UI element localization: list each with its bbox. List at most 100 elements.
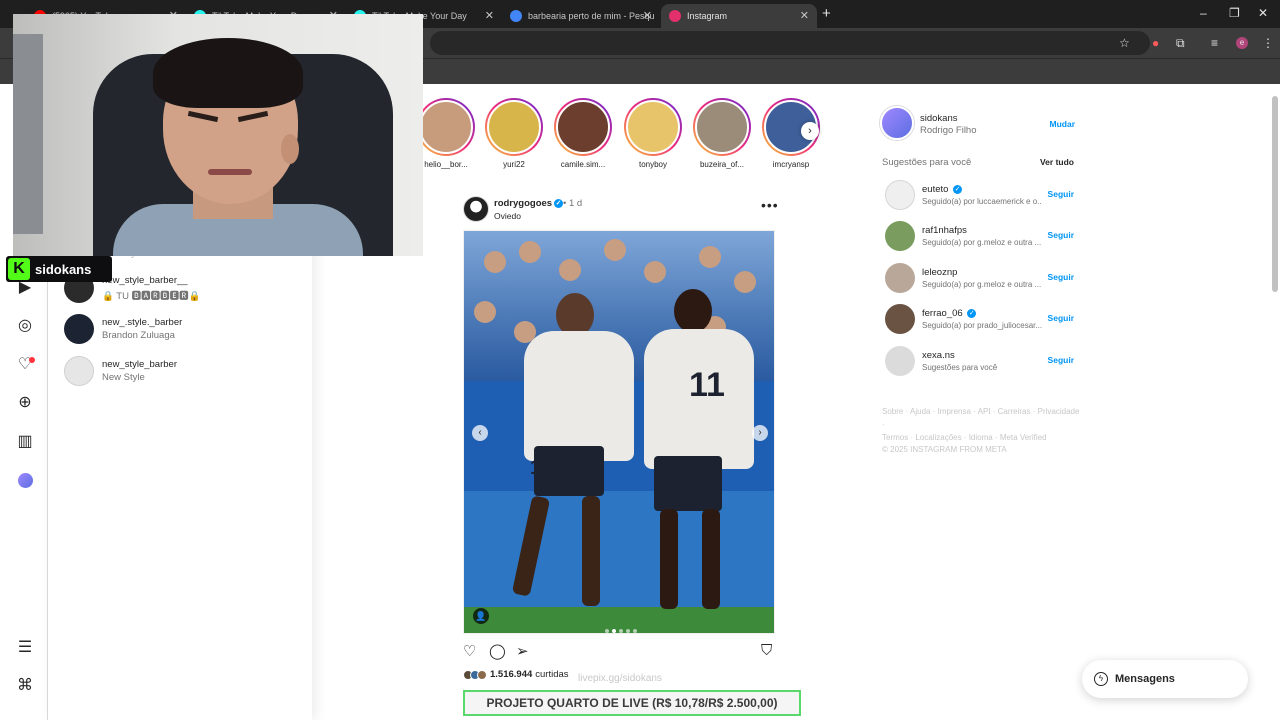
- story-item[interactable]: tonyboy: [623, 98, 683, 169]
- likes-label: curtidas: [535, 669, 569, 680]
- media-control-icon[interactable]: ≡: [1211, 36, 1218, 50]
- carousel-dots: [605, 620, 640, 633]
- suggestion-item: xexa.ns Sugestões para você Seguir: [885, 346, 1074, 378]
- recent-subtitle: 🔒 TU 🅱🅰🆁🅱🅴🆁🔒: [102, 290, 201, 302]
- story-item[interactable]: helio__bor...: [416, 98, 476, 169]
- threads-icon[interactable]: ⌘: [15, 676, 35, 696]
- carousel-next-button[interactable]: ›: [752, 425, 768, 441]
- see-all-link[interactable]: Ver tudo: [1040, 157, 1074, 167]
- close-tab-icon[interactable]: ✕: [485, 9, 494, 22]
- stream-goal-banner: PROJETO QUARTO DE LIVE (R$ 10,78/R$ 2.50…: [463, 690, 801, 716]
- stream-overlay-link: livepix.gg/sidokans: [578, 673, 662, 684]
- address-bar[interactable]: [430, 31, 1150, 55]
- instagram-icon: [669, 10, 681, 22]
- stories-next-button[interactable]: ›: [801, 122, 819, 140]
- recent-item[interactable]: new_style_barber New Style: [64, 355, 177, 387]
- image-player-leg: [582, 496, 600, 606]
- new-tab-button[interactable]: +: [822, 5, 831, 22]
- page-scrollbar[interactable]: [1272, 96, 1278, 292]
- more-options-icon[interactable]: •••: [761, 197, 779, 213]
- recent-username: new_style_barber: [102, 359, 177, 370]
- messenger-icon[interactable]: ◎: [15, 316, 35, 336]
- suggestion-item: ferrao_06 ✓ Seguido(a) por prado_julioce…: [885, 304, 1074, 336]
- extension-record-icon[interactable]: ●: [1152, 36, 1159, 50]
- avatar: [64, 356, 94, 386]
- follow-button[interactable]: Seguir: [1048, 272, 1074, 282]
- post-time: • 1 d: [563, 198, 583, 209]
- suggestion-desc: Sugestões para você: [922, 363, 998, 372]
- switch-account-link[interactable]: Mudar: [1050, 119, 1076, 129]
- suggestion-username[interactable]: raf1nhafps: [922, 225, 967, 236]
- story-item[interactable]: yuri22: [484, 98, 544, 169]
- copyright: © 2025 INSTAGRAM FROM META: [882, 445, 1007, 454]
- image-player-left: [524, 331, 634, 461]
- story-avatar: [419, 100, 473, 154]
- image-ad-board-lower: [464, 491, 774, 621]
- footer-links-line[interactable]: Termos · Localizações · Idioma · Meta Ve…: [882, 431, 1082, 444]
- avatar[interactable]: [885, 304, 915, 334]
- suggestion-username[interactable]: xexa.ns: [922, 350, 955, 361]
- default-avatar[interactable]: [885, 346, 915, 376]
- suggestion-username-text[interactable]: euteto: [922, 184, 948, 195]
- post-author[interactable]: rodrygogoes ✓: [494, 198, 564, 209]
- carousel-dot: [626, 629, 630, 633]
- restore-button[interactable]: ❐: [1229, 6, 1240, 20]
- profile-avatar[interactable]: e: [1236, 37, 1248, 49]
- follow-button[interactable]: Seguir: [1048, 355, 1074, 365]
- carousel-prev-button[interactable]: ‹: [472, 425, 488, 441]
- close-tab-icon[interactable]: ✕: [643, 9, 652, 22]
- tab-instagram[interactable]: Instagram ✕: [661, 4, 817, 28]
- chrome-menu-icon[interactable]: ⋮: [1262, 36, 1274, 50]
- google-icon: [510, 10, 522, 22]
- close-tab-icon[interactable]: ✕: [800, 9, 809, 22]
- close-window-button[interactable]: ✕: [1258, 6, 1268, 20]
- suggestion-username[interactable]: leleoznp: [922, 267, 957, 278]
- recent-subtitle: Brandon Zuluaga: [102, 330, 175, 341]
- post-image[interactable]: 10 11 ‹ › 👤: [463, 230, 775, 634]
- extensions-icon[interactable]: ⧉: [1176, 36, 1185, 51]
- avatar[interactable]: [885, 180, 915, 210]
- post-location[interactable]: Oviedo: [494, 211, 521, 221]
- suggestion-username[interactable]: ferrao_06 ✓: [922, 308, 977, 319]
- story-username: camile.sim...: [560, 160, 606, 169]
- carousel-dot: [633, 629, 637, 633]
- webcam-overlay: [13, 14, 423, 256]
- minimize-button[interactable]: –: [1200, 6, 1207, 20]
- profile-icon[interactable]: [15, 471, 35, 491]
- cam-shelf: [13, 34, 43, 234]
- avatar[interactable]: [885, 263, 915, 293]
- share-icon[interactable]: ➢: [516, 642, 529, 660]
- follow-button[interactable]: Seguir: [1048, 189, 1074, 199]
- follow-button[interactable]: Seguir: [1048, 313, 1074, 323]
- story-item[interactable]: camile.sim...: [553, 98, 613, 169]
- create-icon[interactable]: ⊕: [15, 393, 35, 413]
- menu-icon[interactable]: ☰: [15, 638, 35, 658]
- footer-links-line[interactable]: Sobre · Ajuda · Imprensa · API · Carreir…: [882, 405, 1082, 431]
- current-user: sidokans Rodrigo Filho Mudar: [880, 106, 1075, 142]
- story-item[interactable]: buzeira_of...: [692, 98, 752, 169]
- current-username[interactable]: sidokans: [920, 113, 958, 124]
- post-author-avatar[interactable]: [463, 196, 489, 222]
- tab-google-search[interactable]: barbearia perto de mim - Pesqu ✕: [502, 4, 660, 28]
- story-avatar: [556, 100, 610, 154]
- suggestion-username[interactable]: euteto ✓: [922, 184, 963, 195]
- suggestions-title: Sugestões para você: [882, 157, 972, 168]
- like-icon[interactable]: ♡: [463, 642, 476, 660]
- save-icon[interactable]: ⛉: [761, 642, 772, 659]
- comment-icon[interactable]: ◯: [489, 642, 506, 660]
- post-actions: ♡ ◯ ➢ ⛉: [463, 642, 775, 662]
- bookmark-star-icon[interactable]: ☆: [1119, 36, 1130, 50]
- insights-icon[interactable]: ▥: [15, 432, 35, 452]
- post-username[interactable]: rodrygogoes: [494, 198, 552, 209]
- recent-item[interactable]: new_.style._barber Brandon Zuluaga: [64, 313, 182, 345]
- likes-row[interactable]: 1.516.944 curtidas: [463, 669, 569, 680]
- messages-button[interactable]: ϟ Mensagens: [1082, 660, 1248, 698]
- tagged-user-icon[interactable]: 👤: [473, 608, 489, 624]
- story-username: yuri22: [503, 160, 525, 169]
- story-username: imcryansp: [772, 160, 810, 169]
- avatar[interactable]: [885, 221, 915, 251]
- suggestion-item: raf1nhafps Seguido(a) por g.meloz e outr…: [885, 221, 1074, 253]
- suggestion-username-text[interactable]: ferrao_06: [922, 308, 963, 319]
- current-user-avatar[interactable]: [880, 106, 914, 140]
- follow-button[interactable]: Seguir: [1048, 230, 1074, 240]
